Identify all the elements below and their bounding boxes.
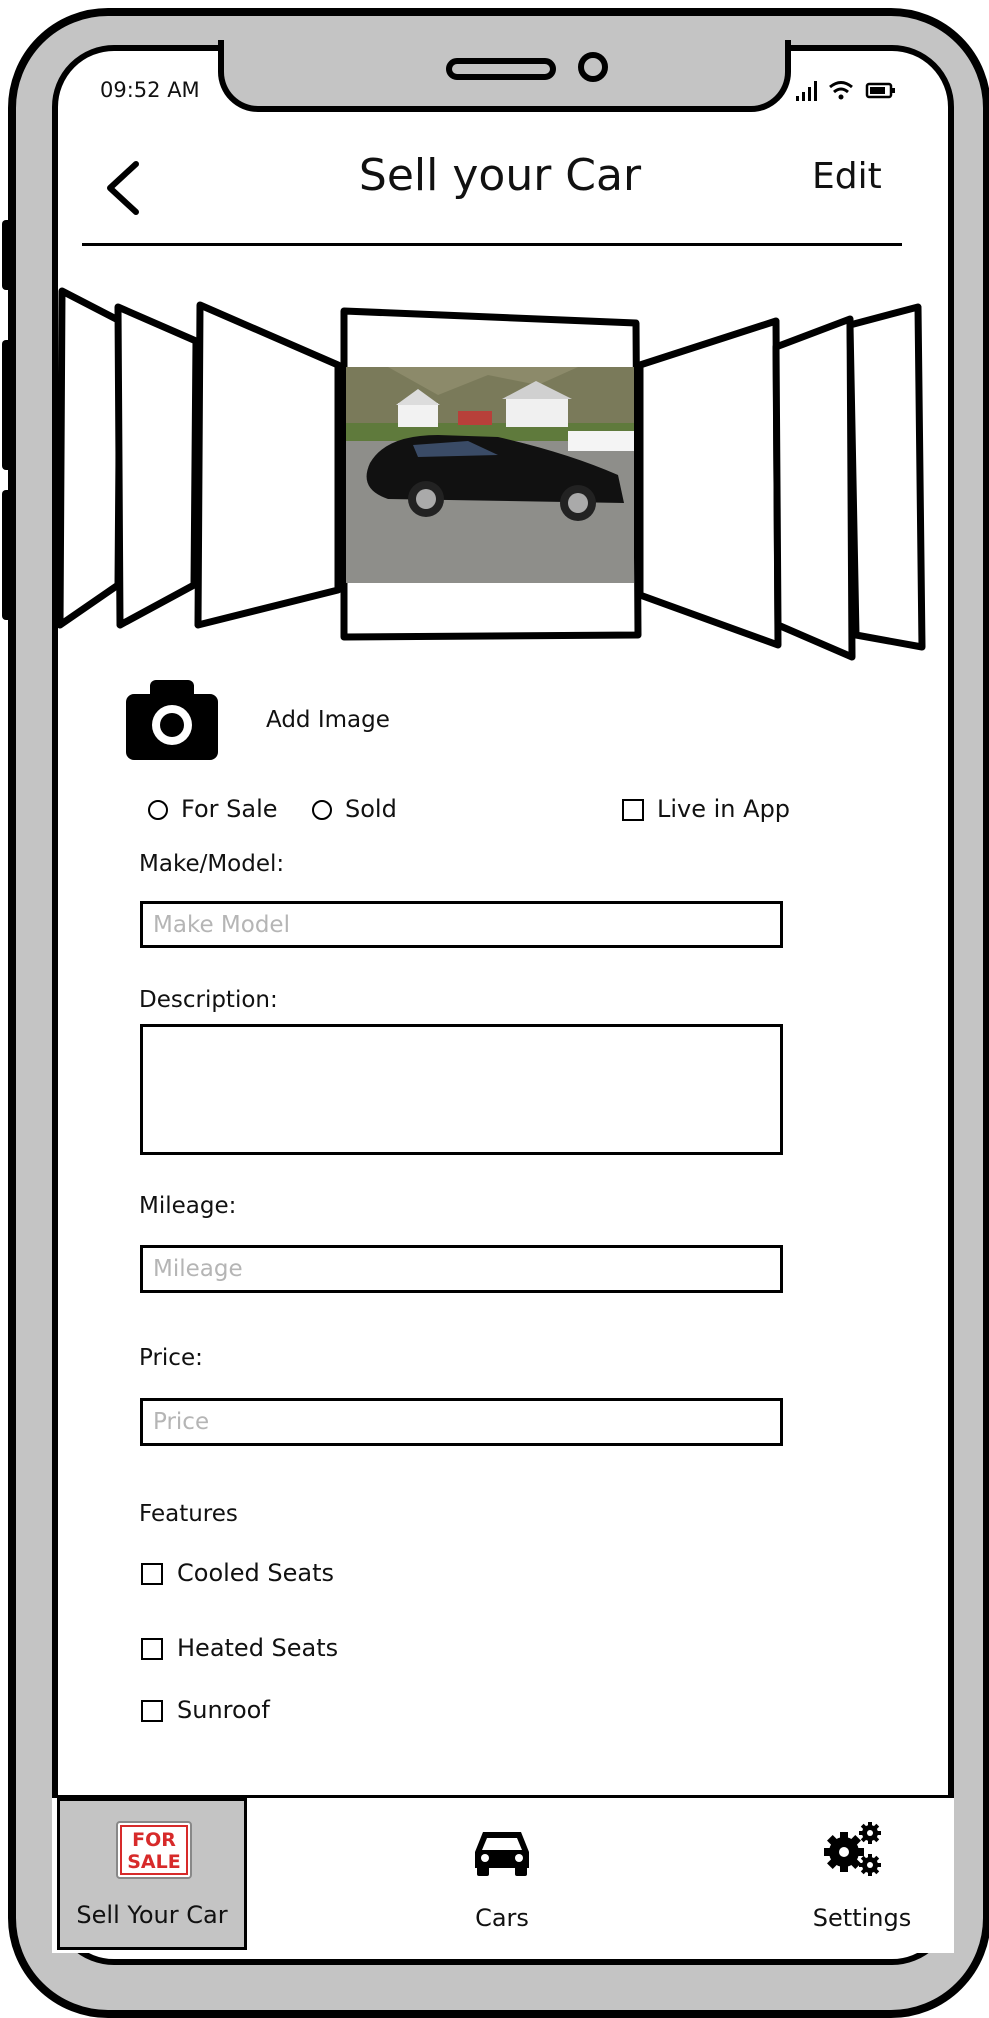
signal-icon [796,81,817,101]
description-label: Description: [139,987,278,1013]
carousel-slide [114,303,200,629]
price-label: Price: [139,1345,203,1371]
for-sale-sign-icon: FOR SALE [116,1821,192,1879]
mileage-label: Mileage: [139,1193,237,1219]
live-in-app-checkbox[interactable] [622,799,644,821]
add-image-label[interactable]: Add Image [266,707,390,733]
sunroof-checkbox[interactable] [141,1700,163,1722]
make-model-input[interactable] [140,901,783,948]
carousel-slide [636,317,782,649]
tab-sell-label: Sell Your Car [76,1901,228,1929]
phone-volume-up-button [2,340,14,470]
tab-settings-label: Settings [812,1904,912,1932]
tab-settings[interactable]: Settings [772,1798,952,1950]
price-input[interactable] [140,1398,783,1446]
sunroof-label: Sunroof [177,1696,270,1724]
front-camera [578,52,608,82]
tab-cars-label: Cars [475,1904,529,1932]
carousel-slide [846,303,926,651]
make-model-label: Make/Model: [139,851,285,877]
heated-seats-label: Heated Seats [177,1634,339,1662]
phone-side-button [2,220,14,290]
tab-bar: FOR SALE Sell Your Car Cars Settings [52,1795,954,1953]
sold-radio[interactable] [312,800,332,820]
camera-icon[interactable] [126,678,218,760]
features-heading: Features [139,1501,238,1527]
back-chevron-icon[interactable] [102,160,148,216]
car-icon [475,1832,529,1876]
phone-volume-down-button [2,490,14,620]
wifi-icon [829,81,853,100]
phone-speaker [446,58,556,80]
cooled-seats-label: Cooled Seats [177,1559,335,1587]
tab-sell-your-car[interactable]: FOR SALE Sell Your Car [57,1798,247,1950]
carousel-slide [194,301,342,629]
carousel-slide [58,287,124,629]
sold-label: Sold [345,795,397,823]
car-photo [346,367,634,583]
page-title: Sell your Car [358,150,642,201]
for-sale-label: For Sale [181,795,278,823]
badge-line-1: FOR [132,1829,176,1851]
edit-button[interactable]: Edit [812,156,882,197]
status-time: 09:52 AM [100,78,200,102]
battery-icon [865,82,895,99]
cooled-seats-checkbox[interactable] [141,1563,163,1585]
gears-icon [824,1822,881,1876]
badge-line-2: SALE [127,1851,180,1873]
heated-seats-checkbox[interactable] [141,1638,163,1660]
status-icons [796,81,895,101]
image-carousel[interactable] [58,285,938,675]
tab-cars[interactable]: Cars [407,1798,597,1950]
live-in-app-label: Live in App [657,795,791,823]
mileage-input[interactable] [140,1245,783,1293]
carousel-slide [772,315,856,661]
for-sale-radio[interactable] [148,800,168,820]
description-textarea[interactable] [140,1024,783,1155]
header-divider [82,243,902,246]
